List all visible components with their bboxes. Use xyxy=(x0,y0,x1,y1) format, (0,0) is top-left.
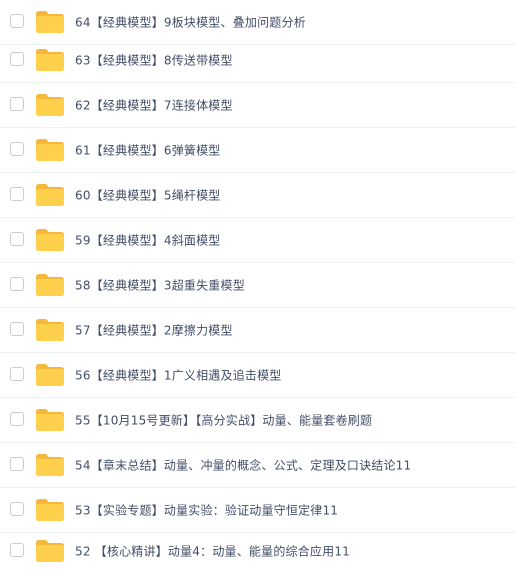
file-row[interactable]: 60【经典模型】5绳杆模型 xyxy=(0,173,515,218)
row-checkbox[interactable] xyxy=(10,457,24,471)
folder-icon xyxy=(36,94,64,116)
row-checkbox[interactable] xyxy=(10,142,24,156)
folder-name[interactable]: 56【经典模型】1广义相遇及追击模型 xyxy=(75,367,282,384)
file-list: 64【经典模型】9板块模型、叠加问题分析 63【经典模型】8传送带模型 62【经… xyxy=(0,0,515,569)
folder-icon xyxy=(36,184,64,206)
folder-name[interactable]: 63【经典模型】8传送带模型 xyxy=(75,52,233,69)
folder-name[interactable]: 64【经典模型】9板块模型、叠加问题分析 xyxy=(75,14,306,31)
file-row[interactable]: 54【章末总结】动量、冲量的概念、公式、定理及口诀结论11 xyxy=(0,443,515,488)
folder-name[interactable]: 55【10月15号更新】【高分实战】动量、能量套卷刷题 xyxy=(75,412,372,429)
folder-icon xyxy=(36,319,64,341)
row-checkbox[interactable] xyxy=(10,502,24,516)
row-checkbox[interactable] xyxy=(10,412,24,426)
file-row[interactable]: 55【10月15号更新】【高分实战】动量、能量套卷刷题 xyxy=(0,398,515,443)
file-row[interactable]: 63【经典模型】8传送带模型 xyxy=(0,38,515,83)
folder-icon xyxy=(36,409,64,431)
folder-name[interactable]: 62【经典模型】7连接体模型 xyxy=(75,97,233,114)
folder-icon xyxy=(36,540,64,562)
folder-name[interactable]: 59【经典模型】4斜面模型 xyxy=(75,232,221,249)
row-checkbox[interactable] xyxy=(10,97,24,111)
file-row[interactable]: 59【经典模型】4斜面模型 xyxy=(0,218,515,263)
folder-name[interactable]: 53【实验专题】动量实验：验证动量守恒定律11 xyxy=(75,502,338,519)
file-row[interactable]: 56【经典模型】1广义相遇及追击模型 xyxy=(0,353,515,398)
folder-icon xyxy=(36,274,64,296)
file-row[interactable]: 62【经典模型】7连接体模型 xyxy=(0,83,515,128)
folder-icon xyxy=(36,139,64,161)
folder-name[interactable]: 57【经典模型】2摩擦力模型 xyxy=(75,322,233,339)
file-row[interactable]: 58【经典模型】3超重失重模型 xyxy=(0,263,515,308)
folder-icon xyxy=(36,229,64,251)
folder-icon xyxy=(36,454,64,476)
folder-name[interactable]: 54【章末总结】动量、冲量的概念、公式、定理及口诀结论11 xyxy=(75,457,411,474)
folder-name[interactable]: 52 【核心精讲】动量4：动量、能量的综合应用11 xyxy=(75,543,350,560)
folder-icon xyxy=(36,49,64,71)
row-checkbox[interactable] xyxy=(10,322,24,336)
row-checkbox[interactable] xyxy=(10,14,24,28)
row-checkbox[interactable] xyxy=(10,277,24,291)
row-checkbox[interactable] xyxy=(10,367,24,381)
row-checkbox[interactable] xyxy=(10,232,24,246)
file-row[interactable]: 53【实验专题】动量实验：验证动量守恒定律11 xyxy=(0,488,515,533)
folder-icon xyxy=(36,499,64,521)
folder-name[interactable]: 61【经典模型】6弹簧模型 xyxy=(75,142,221,159)
folder-name[interactable]: 60【经典模型】5绳杆模型 xyxy=(75,187,221,204)
file-row[interactable]: 57【经典模型】2摩擦力模型 xyxy=(0,308,515,353)
folder-name[interactable]: 58【经典模型】3超重失重模型 xyxy=(75,277,245,294)
file-row[interactable]: 52 【核心精讲】动量4：动量、能量的综合应用11 xyxy=(0,533,515,569)
row-checkbox[interactable] xyxy=(10,187,24,201)
folder-icon xyxy=(36,364,64,386)
row-checkbox[interactable] xyxy=(10,543,24,557)
folder-icon xyxy=(36,11,64,33)
file-row[interactable]: 61【经典模型】6弹簧模型 xyxy=(0,128,515,173)
row-checkbox[interactable] xyxy=(10,52,24,66)
